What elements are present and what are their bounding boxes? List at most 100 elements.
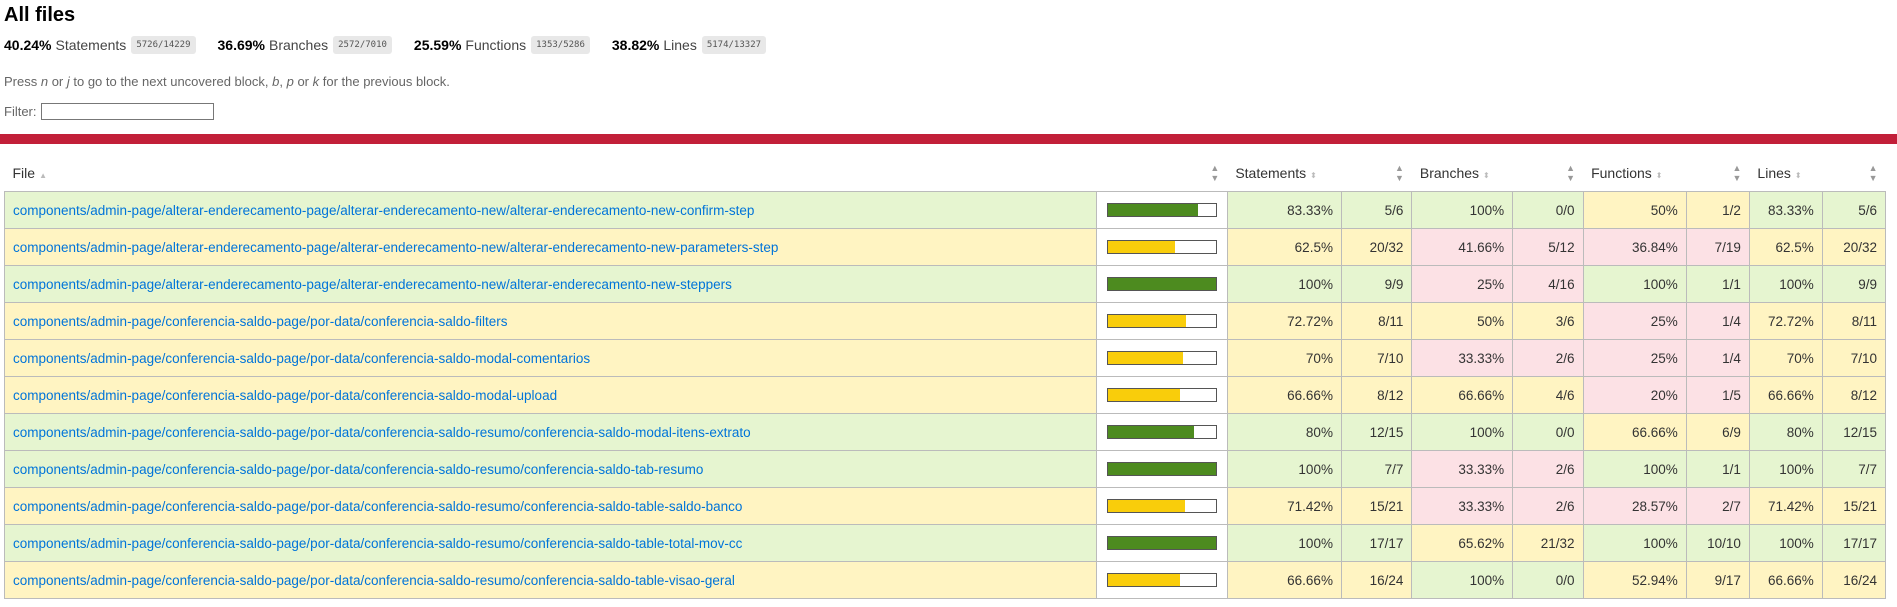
file-link[interactable]: components/admin-page/conferencia-saldo-… [13, 573, 735, 588]
file-link[interactable]: components/admin-page/alterar-enderecame… [13, 240, 778, 255]
coverage-bar-fill [1107, 278, 1216, 290]
file-link[interactable]: components/admin-page/conferencia-saldo-… [13, 536, 742, 551]
branches-pct: 65.62% [1411, 524, 1514, 562]
file-cell[interactable]: components/admin-page/conferencia-saldo-… [4, 302, 1097, 340]
file-cell[interactable]: components/admin-page/conferencia-saldo-… [4, 339, 1097, 377]
file-link[interactable]: components/admin-page/conferencia-saldo-… [13, 425, 751, 440]
statements-pct: 80% [1226, 413, 1342, 451]
coverage-bar-fill [1107, 463, 1216, 475]
functions-pct: 100% [1582, 450, 1687, 488]
column-header-functions-raw[interactable]: ▲ ▼ [1686, 154, 1750, 192]
coverage-bar-cell [1095, 376, 1228, 414]
column-header-statements-raw[interactable]: ▲ ▼ [1341, 154, 1412, 192]
branches-pct: 50% [1411, 302, 1514, 340]
column-header-functions[interactable]: Functions ⬍ [1583, 154, 1687, 192]
functions-fraction: 6/9 [1685, 413, 1750, 451]
file-link[interactable]: components/admin-page/conferencia-saldo-… [13, 499, 742, 514]
filter-label: Filter: [4, 103, 37, 119]
file-cell[interactable]: components/admin-page/alterar-enderecame… [4, 191, 1097, 229]
file-cell[interactable]: components/admin-page/conferencia-saldo-… [4, 376, 1097, 414]
summary-label: Branches [268, 37, 329, 53]
lines-fraction: 7/10 [1821, 339, 1887, 377]
file-cell[interactable]: components/admin-page/conferencia-saldo-… [4, 524, 1097, 562]
statements-pct: 66.66% [1226, 561, 1342, 599]
column-header-bar[interactable]: ▲ ▼ [1096, 154, 1228, 192]
file-link[interactable]: components/admin-page/conferencia-saldo-… [13, 351, 590, 366]
table-row: components/admin-page/conferencia-saldo-… [4, 302, 1887, 340]
statements-fraction: 15/21 [1340, 487, 1413, 525]
file-cell[interactable]: components/admin-page/conferencia-saldo-… [4, 413, 1097, 451]
file-cell[interactable]: components/admin-page/conferencia-saldo-… [4, 561, 1097, 599]
file-link[interactable]: components/admin-page/conferencia-saldo-… [13, 388, 557, 403]
file-cell[interactable]: components/admin-page/conferencia-saldo-… [4, 450, 1097, 488]
lines-pct: 80% [1748, 413, 1823, 451]
file-link[interactable]: components/admin-page/conferencia-saldo-… [13, 314, 508, 329]
file-cell[interactable]: components/admin-page/alterar-enderecame… [4, 265, 1097, 303]
lines-fraction: 12/15 [1821, 413, 1887, 451]
sort-icon: ▲ ▼ [1394, 162, 1404, 183]
lines-pct: 70% [1748, 339, 1823, 377]
branches-pct: 33.33% [1411, 450, 1514, 488]
branches-pct: 33.33% [1411, 487, 1514, 525]
coverage-bar-cell [1095, 228, 1228, 266]
branches-pct: 25% [1411, 265, 1514, 303]
file-cell[interactable]: components/admin-page/alterar-enderecame… [4, 228, 1097, 266]
column-header-lines[interactable]: Lines ⬍ [1749, 154, 1823, 192]
functions-pct: 36.84% [1582, 228, 1687, 266]
branches-fraction: 4/16 [1512, 265, 1584, 303]
lines-fraction: 8/11 [1821, 302, 1887, 340]
column-header-branches-raw[interactable]: ▲ ▼ [1512, 154, 1584, 192]
summary-fraction: 5726/14229 [131, 36, 196, 54]
file-link[interactable]: components/admin-page/alterar-enderecame… [13, 277, 732, 292]
summary-statements: 40.24% Statements 5726/14229 [4, 36, 196, 54]
functions-fraction: 1/4 [1685, 302, 1750, 340]
lines-pct: 62.5% [1748, 228, 1823, 266]
branches-fraction: 2/6 [1512, 487, 1584, 525]
statements-pct: 66.66% [1226, 376, 1342, 414]
sort-asc-icon: ▲ [39, 170, 47, 180]
summary-label: Statements [55, 37, 127, 53]
functions-fraction: 2/7 [1685, 487, 1750, 525]
summary-fraction: 1353/5286 [531, 36, 590, 54]
file-cell[interactable]: components/admin-page/conferencia-saldo-… [4, 487, 1097, 525]
sort-icon: ⬍ [1655, 170, 1663, 180]
column-header-branches[interactable]: Branches ⬍ [1411, 154, 1513, 192]
file-link[interactable]: components/admin-page/alterar-enderecame… [13, 203, 754, 218]
summary-branches: 36.69% Branches 2572/7010 [218, 36, 392, 54]
coverage-bar-fill [1107, 241, 1176, 253]
functions-fraction: 1/1 [1685, 450, 1750, 488]
branches-pct: 66.66% [1411, 376, 1514, 414]
column-header-lines-raw[interactable]: ▲ ▼ [1822, 154, 1886, 192]
coverage-bar-cell [1095, 413, 1228, 451]
filter-input[interactable] [40, 102, 214, 120]
sort-icon: ▲ ▼ [1868, 162, 1878, 183]
coverage-bar [1106, 314, 1217, 328]
coverage-bar-cell [1095, 302, 1228, 340]
sort-icon: ⬍ [1794, 170, 1802, 180]
coverage-bar [1106, 277, 1217, 291]
file-link[interactable]: components/admin-page/conferencia-saldo-… [13, 462, 703, 477]
branches-fraction: 2/6 [1512, 450, 1584, 488]
functions-fraction: 1/4 [1685, 339, 1750, 377]
coverage-bar [1106, 462, 1217, 476]
table-row: components/admin-page/conferencia-saldo-… [4, 524, 1887, 562]
coverage-bar-fill [1107, 204, 1198, 216]
coverage-bar [1106, 388, 1217, 402]
statements-fraction: 12/15 [1340, 413, 1413, 451]
lines-pct: 100% [1748, 524, 1823, 562]
summary-fraction: 2572/7010 [333, 36, 392, 54]
lines-fraction: 5/6 [1821, 191, 1887, 229]
column-header-statements[interactable]: Statements ⬍ [1227, 154, 1342, 192]
branches-pct: 33.33% [1411, 339, 1514, 377]
column-header-file[interactable]: File ▲ [4, 154, 1097, 192]
branches-fraction: 4/6 [1512, 376, 1584, 414]
branches-pct: 100% [1411, 561, 1514, 599]
summary-fraction: 5174/13327 [701, 36, 767, 54]
lines-fraction: 9/9 [1821, 265, 1887, 303]
branches-fraction: 5/12 [1512, 228, 1584, 266]
branches-fraction: 0/0 [1512, 413, 1584, 451]
coverage-bar-fill [1107, 574, 1180, 586]
functions-fraction: 10/10 [1685, 524, 1750, 562]
lines-fraction: 16/24 [1821, 561, 1887, 599]
coverage-bar-fill [1107, 500, 1185, 512]
